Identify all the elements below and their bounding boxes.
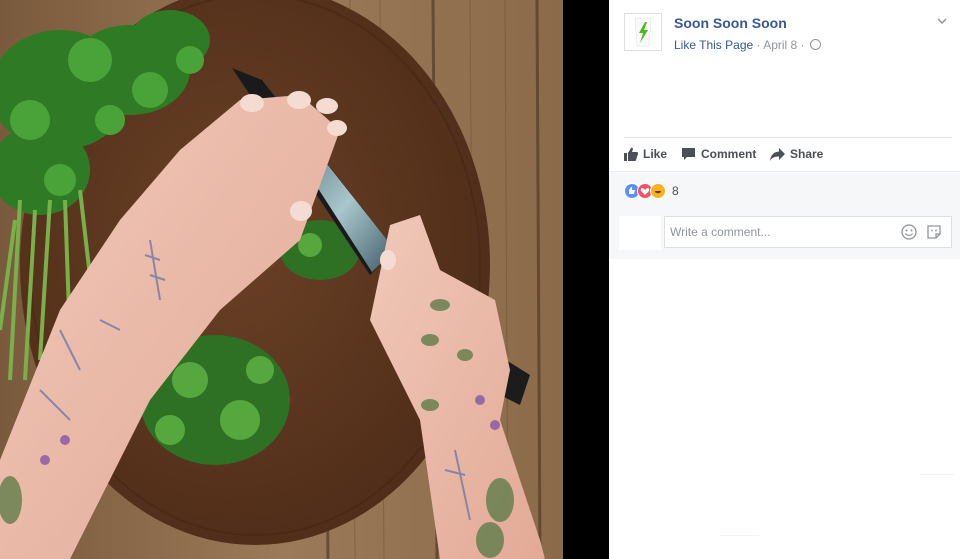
post-header: Soon Soon Soon Like This Page · April 8 … bbox=[624, 13, 952, 55]
globe-icon bbox=[809, 39, 821, 50]
meta-separator-2: · bbox=[800, 38, 805, 52]
post-meta: Like This Page · April 8 · bbox=[674, 38, 821, 52]
emoji-icon[interactable] bbox=[901, 224, 917, 240]
sticker-icon[interactable] bbox=[926, 224, 942, 240]
meta-separator: · bbox=[756, 38, 761, 52]
comment-composer bbox=[619, 216, 952, 250]
post-side-panel: Soon Soon Soon Like This Page · April 8 … bbox=[609, 0, 960, 559]
haha-reaction-icon bbox=[650, 183, 666, 199]
comments-area: 8 bbox=[609, 171, 960, 259]
share-label: Share bbox=[790, 147, 824, 161]
share-arrow-icon bbox=[770, 147, 785, 161]
thumbs-up-icon bbox=[624, 147, 638, 161]
comment-button[interactable]: Comment bbox=[681, 144, 756, 164]
page-avatar[interactable] bbox=[624, 13, 662, 51]
comment-bubble-icon bbox=[682, 148, 695, 160]
viewer-avatar bbox=[619, 216, 661, 250]
page-name[interactable]: Soon Soon Soon bbox=[674, 15, 787, 31]
like-this-page-link[interactable]: Like This Page bbox=[674, 38, 753, 52]
post-date[interactable]: April 8 bbox=[763, 38, 797, 52]
lightning-bolt-icon bbox=[634, 17, 652, 47]
comment-label: Comment bbox=[701, 147, 757, 161]
photo-viewer bbox=[0, 0, 609, 559]
like-label: Like bbox=[643, 147, 668, 161]
like-button[interactable]: Like bbox=[624, 144, 667, 164]
reaction-count[interactable]: 8 bbox=[672, 184, 679, 198]
post-actions: Like Comment Share bbox=[624, 138, 952, 170]
comment-input[interactable] bbox=[665, 217, 895, 247]
comment-box bbox=[664, 216, 952, 248]
decorative-line bbox=[719, 535, 759, 536]
herb-chopping-photo bbox=[0, 0, 563, 559]
chevron-down-icon[interactable] bbox=[936, 15, 948, 27]
reactions-summary[interactable]: 8 bbox=[624, 182, 679, 200]
share-button[interactable]: Share bbox=[770, 144, 823, 164]
post-photo[interactable] bbox=[0, 0, 563, 559]
decorative-line bbox=[919, 474, 954, 475]
